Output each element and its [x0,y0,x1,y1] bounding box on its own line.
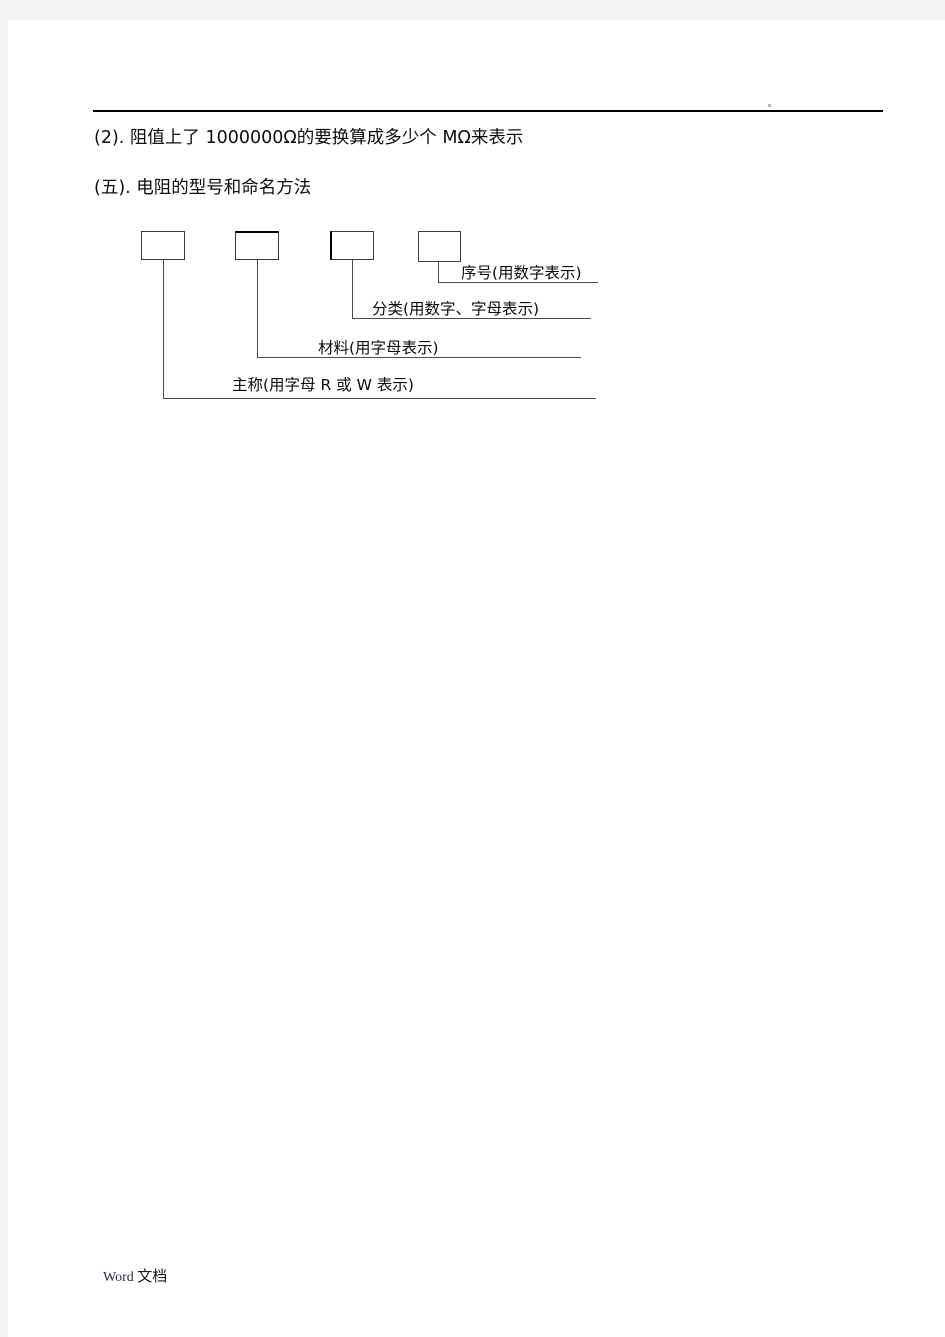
diagram-label-category: 分类(用数字、字母表示) [372,300,540,318]
document-page: (2). 阻值上了 1000000Ω的要换算成多少个 MΩ来表示 (五). 电阻… [8,20,945,1337]
diagram-label-material: 材料(用字母表示) [318,339,439,357]
diagram-box-material [235,231,279,260]
diagram-box-main-name [141,231,185,260]
connector-vline-serial [438,262,439,282]
diagram-label-serial: 序号(用数字表示) [461,264,582,282]
resistor-model-naming-diagram: 序号(用数字表示) 分类(用数字、字母表示) 材料(用字母表示) 主称(用字母 … [8,20,945,440]
connector-vline-main-name [163,260,164,398]
connector-vline-category [352,260,353,318]
connector-hline-category [352,318,591,319]
footer-word-label: Word [103,1270,134,1285]
diagram-box-category [330,231,374,260]
page-footer: Word 文档 [103,1265,167,1286]
footer-doc-label: 文档 [137,1267,168,1285]
diagram-label-main-name: 主称(用字母 R 或 W 表示) [232,376,414,394]
connector-hline-material [257,357,581,358]
connector-hline-serial [438,282,598,283]
connector-hline-main-name [163,398,596,399]
connector-vline-material [257,260,258,357]
diagram-box-serial [418,231,461,262]
